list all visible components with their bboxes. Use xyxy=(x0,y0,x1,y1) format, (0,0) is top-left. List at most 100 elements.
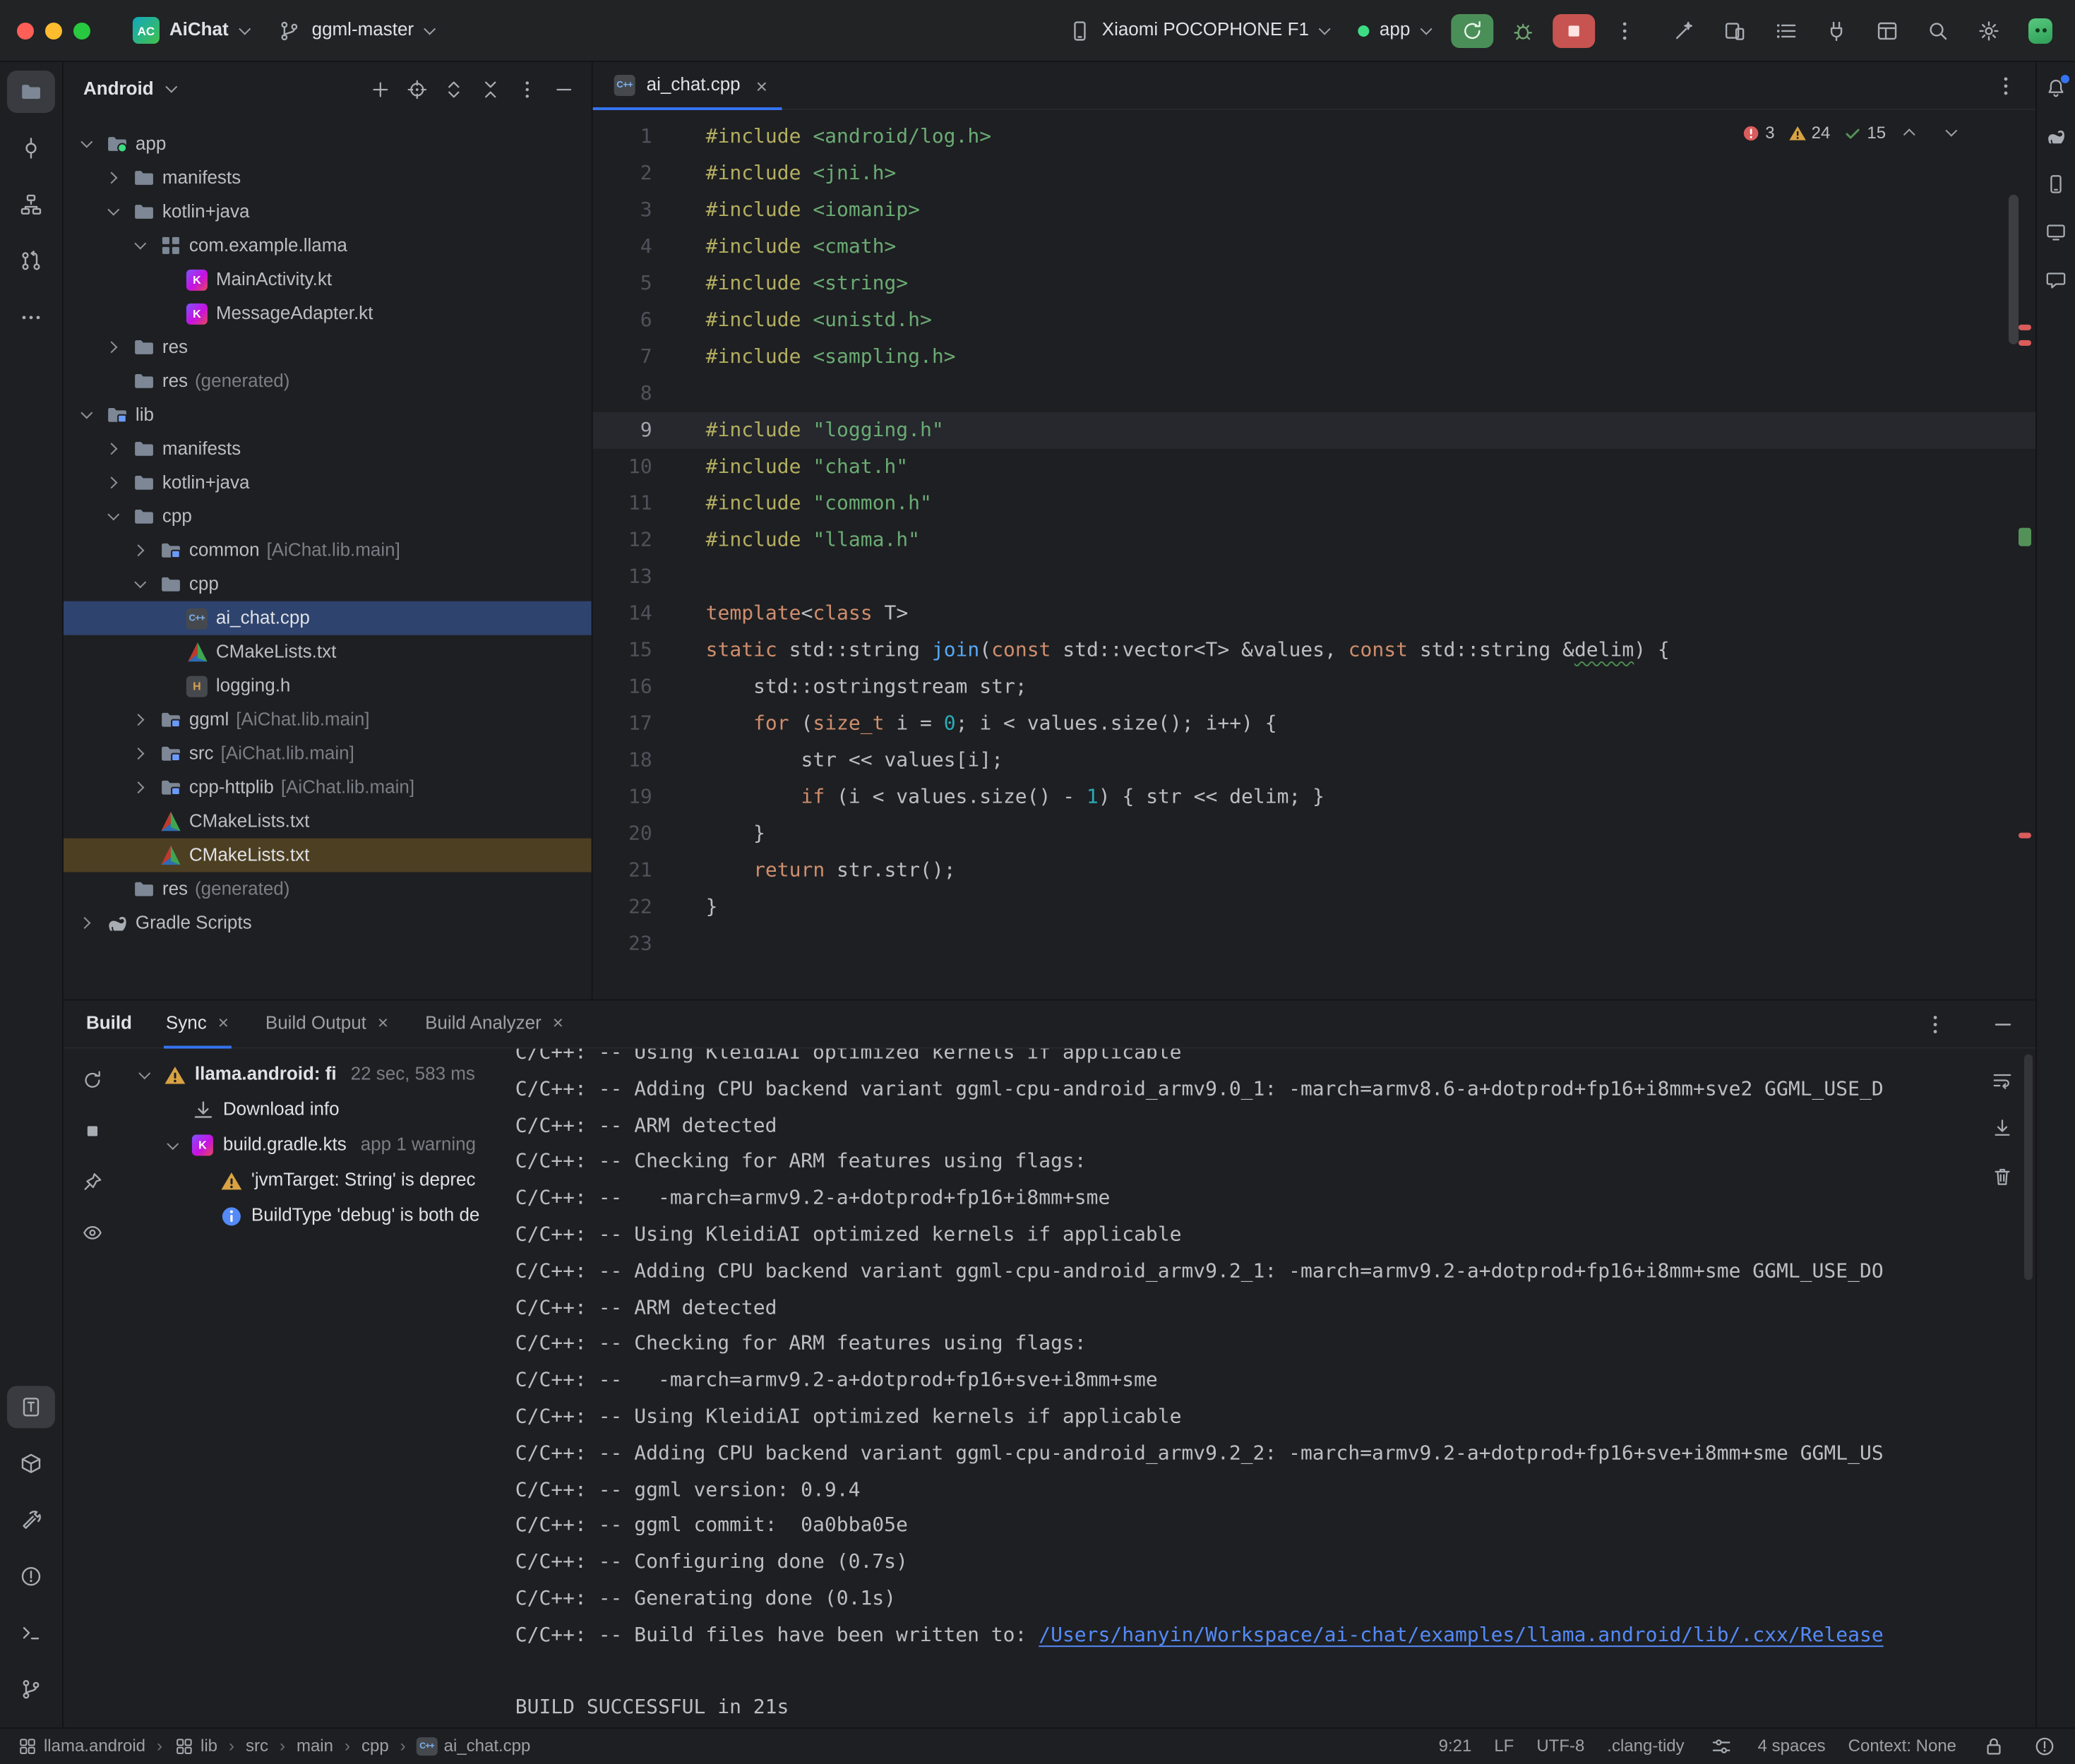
stop-button[interactable] xyxy=(1553,13,1595,47)
encoding[interactable]: UTF-8 xyxy=(1536,1736,1584,1757)
lock-button[interactable] xyxy=(1979,1732,2007,1760)
stop-build-button[interactable] xyxy=(75,1113,109,1147)
commit-tool-button[interactable] xyxy=(7,127,55,169)
tree-item-res[interactable]: res (generated) xyxy=(64,872,592,906)
hide-panel-button[interactable] xyxy=(546,72,580,106)
console-scrollbar[interactable] xyxy=(2024,1054,2033,1280)
build-tree-item-llama-android-fi[interactable]: llama.android: fi22 sec, 583 ms xyxy=(120,1057,504,1092)
locate-file-button[interactable] xyxy=(400,72,433,106)
version-control-tool-button[interactable] xyxy=(7,1668,55,1710)
hide-build-button[interactable] xyxy=(1985,1006,2021,1043)
breadcrumb-lib[interactable]: lib xyxy=(174,1736,217,1757)
tree-item-cpp[interactable]: cpp xyxy=(64,500,592,534)
indent-options-button[interactable] xyxy=(1707,1732,1735,1760)
toolbar-more-button[interactable] xyxy=(1606,12,1643,49)
panel-options-button[interactable] xyxy=(510,72,544,106)
tree-item-kotlin-java[interactable]: kotlin+java xyxy=(64,466,592,500)
device-selector[interactable]: Xiaomi POCOPHONE F1 xyxy=(1057,11,1339,49)
layout-inspector-button[interactable] xyxy=(1866,11,1908,50)
clang-tidy[interactable]: .clang-tidy xyxy=(1607,1736,1684,1757)
minimize-window-button[interactable] xyxy=(45,22,62,39)
build-tree-item-jvmtarget-string-is-deprec[interactable]: 'jvmTarget: String' is deprec xyxy=(120,1163,504,1198)
warning-count[interactable]: 24 xyxy=(1788,123,1831,143)
tree-item-cpp-httplib[interactable]: cpp-httplib [AiChat.lib.main] xyxy=(64,771,592,805)
build-output-link[interactable]: /Users/hanyin/Workspace/ai-chat/examples… xyxy=(1039,1624,1883,1647)
passed-count[interactable]: 15 xyxy=(1843,123,1886,143)
vcs-branch-widget[interactable]: ggml-master xyxy=(267,11,443,49)
gradle-tool-button[interactable] xyxy=(2039,119,2073,152)
tree-item-mainactivity-kt[interactable]: KMainActivity.kt xyxy=(64,263,592,296)
indent[interactable]: 4 spaces xyxy=(1758,1736,1826,1757)
pin-tab-button[interactable] xyxy=(75,1164,109,1198)
app-inspection-tool-button[interactable] xyxy=(7,1442,55,1484)
editor-options-button[interactable] xyxy=(1987,67,2024,104)
scroll-to-end-button[interactable] xyxy=(1985,1110,2019,1144)
breadcrumb-main[interactable]: main xyxy=(297,1736,333,1757)
tree-item-res[interactable]: res xyxy=(64,330,592,364)
tree-item-cpp[interactable]: cpp xyxy=(64,568,592,601)
caret-position[interactable]: 9:21 xyxy=(1439,1736,1472,1757)
close-window-button[interactable] xyxy=(17,22,34,39)
project-tool-button[interactable] xyxy=(7,71,55,113)
tree-item-gradle-scripts[interactable]: Gradle Scripts xyxy=(64,906,592,940)
structure-tool-button[interactable] xyxy=(7,184,55,226)
add-button[interactable] xyxy=(363,72,397,106)
logcat-tool-button[interactable] xyxy=(7,1386,55,1428)
line-ending[interactable]: LF xyxy=(1494,1736,1514,1757)
build-tree-item-build-gradle-kts[interactable]: Kbuild.gradle.ktsapp 1 warning xyxy=(120,1127,504,1163)
close-tab-icon[interactable]: × xyxy=(218,1012,229,1035)
task-list-button[interactable] xyxy=(1764,11,1807,50)
tree-item-src[interactable]: src [AiChat.lib.main] xyxy=(64,737,592,771)
settings-button[interactable] xyxy=(1968,11,2010,50)
running-devices-tool-button[interactable] xyxy=(2039,215,2073,248)
tree-item-cmakelists-txt[interactable]: CMakeLists.txt xyxy=(64,805,592,839)
ai-actions-button[interactable] xyxy=(1663,11,1705,50)
build-tree-item-buildtype-debug-is-both-de[interactable]: BuildType 'debug' is both de xyxy=(120,1198,504,1233)
breadcrumb-llama-android[interactable]: llama.android xyxy=(17,1736,145,1757)
close-tab-icon[interactable]: × xyxy=(756,76,767,95)
code-area[interactable]: 1#include <android/log.h>2#include <jni.… xyxy=(593,110,2035,1000)
search-everywhere-button[interactable] xyxy=(1917,11,1959,50)
breadcrumb-src[interactable]: src xyxy=(246,1736,268,1757)
build-options-button[interactable] xyxy=(1917,1006,1954,1043)
tab-ai-chat-cpp[interactable]: C++ ai_chat.cpp × xyxy=(593,61,782,109)
tree-item-lib[interactable]: lib xyxy=(64,398,592,432)
debug-button[interactable] xyxy=(1505,12,1541,49)
editor-scrollbar[interactable] xyxy=(2009,195,2019,344)
sync-rerun-button[interactable] xyxy=(75,1062,109,1096)
toggle-view-button[interactable] xyxy=(75,1215,109,1249)
breadcrumb-cpp[interactable]: cpp xyxy=(361,1736,389,1757)
plugins-button[interactable] xyxy=(1815,11,1858,50)
clear-all-button[interactable] xyxy=(1985,1158,2019,1192)
error-count[interactable]: 3 xyxy=(1741,123,1774,143)
tree-item-cmakelists-txt[interactable]: CMakeLists.txt xyxy=(64,635,592,669)
tree-item-kotlin-java[interactable]: kotlin+java xyxy=(64,195,592,229)
tree-item-ai-chat-cpp[interactable]: C++ai_chat.cpp xyxy=(64,601,592,635)
tree-item-messageadapter-kt[interactable]: KMessageAdapter.kt xyxy=(64,296,592,330)
tab-build-analyzer[interactable]: Build Analyzer× xyxy=(422,1000,566,1048)
assistant-tool-button[interactable] xyxy=(2039,263,2073,296)
tab-sync[interactable]: Sync× xyxy=(163,1000,232,1048)
tree-item-com-example-llama[interactable]: com.example.llama xyxy=(64,229,592,263)
build-tool-button[interactable] xyxy=(7,1499,55,1541)
more-tool-windows-button[interactable] xyxy=(7,296,55,339)
tab-build-output[interactable]: Build Output× xyxy=(263,1000,391,1048)
device-streaming-button[interactable] xyxy=(1714,11,1756,50)
prev-problem-button[interactable] xyxy=(1898,120,1924,145)
tree-item-manifests[interactable]: manifests xyxy=(64,161,592,195)
close-tab-icon[interactable]: × xyxy=(378,1012,388,1035)
close-tab-icon[interactable]: × xyxy=(553,1012,563,1035)
tree-item-logging-h[interactable]: Hlogging.h xyxy=(64,669,592,703)
tree-item-app[interactable]: app xyxy=(64,127,592,161)
tree-item-res[interactable]: res (generated) xyxy=(64,364,592,398)
tree-item-common[interactable]: common [AiChat.lib.main] xyxy=(64,534,592,568)
expand-all-button[interactable] xyxy=(436,72,470,106)
rerun-button[interactable] xyxy=(1451,13,1493,47)
project-view-selector[interactable]: Android xyxy=(83,78,174,100)
collapse-all-button[interactable] xyxy=(473,72,507,106)
build-console[interactable]: C/C++: -- Using KleidiAI optimized kerne… xyxy=(504,1048,2035,1727)
tree-item-ggml[interactable]: ggml [AiChat.lib.main] xyxy=(64,703,592,737)
terminal-tool-button[interactable] xyxy=(7,1612,55,1654)
inspections-status-button[interactable] xyxy=(2030,1732,2058,1760)
project-widget[interactable]: AC AiChat xyxy=(121,10,258,51)
